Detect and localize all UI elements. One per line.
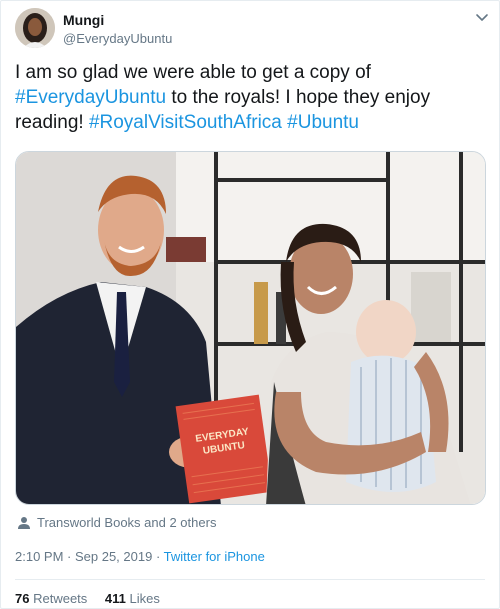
tagged-users[interactable]: Transworld Books and 2 others	[17, 515, 216, 530]
tweet-meta: 2:10 PM · Sep 25, 2019 · Twitter for iPh…	[15, 549, 265, 564]
tweet-source-link[interactable]: Twitter for iPhone	[164, 549, 265, 564]
person-icon	[17, 516, 31, 530]
tweet-card: Mungi @EverydayUbuntu I am so glad we we…	[0, 0, 500, 609]
tweet-time[interactable]: 2:10 PM	[15, 549, 63, 564]
avatar[interactable]	[15, 8, 55, 48]
likes-label: Likes	[129, 591, 160, 606]
likes-stat[interactable]: 411 Likes	[105, 591, 160, 606]
tweet-date[interactable]: Sep 25, 2019	[75, 549, 152, 564]
tweet-text: I am so glad we were able to get a copy …	[15, 60, 485, 135]
retweets-label: Retweets	[33, 591, 88, 606]
chevron-down-icon[interactable]	[472, 10, 492, 26]
author-name[interactable]: Mungi	[63, 12, 104, 28]
meta-separator: ·	[152, 549, 164, 564]
retweets-stat[interactable]: 76 Retweets	[15, 591, 87, 606]
hashtag-link[interactable]: #Ubuntu	[287, 112, 359, 133]
hashtag-link[interactable]: #EverydayUbuntu	[15, 87, 166, 108]
tweet-stats: 76 Retweets 411 Likes	[15, 591, 174, 606]
meta-separator: ·	[63, 549, 75, 564]
divider	[15, 579, 485, 580]
tweet-text-part: I am so glad we were able to get a copy …	[15, 62, 371, 83]
tagged-users-label: Transworld Books and 2 others	[37, 515, 217, 530]
retweets-count: 76	[15, 591, 30, 606]
author-handle[interactable]: @EverydayUbuntu	[63, 31, 172, 46]
tweet-photo[interactable]: EVERYDAY UBUNTU	[15, 151, 486, 505]
likes-count: 411	[104, 591, 126, 606]
book-cover: EVERYDAY UBUNTU	[175, 394, 273, 504]
hashtag-link[interactable]: #RoyalVisitSouthAfrica	[89, 112, 282, 133]
